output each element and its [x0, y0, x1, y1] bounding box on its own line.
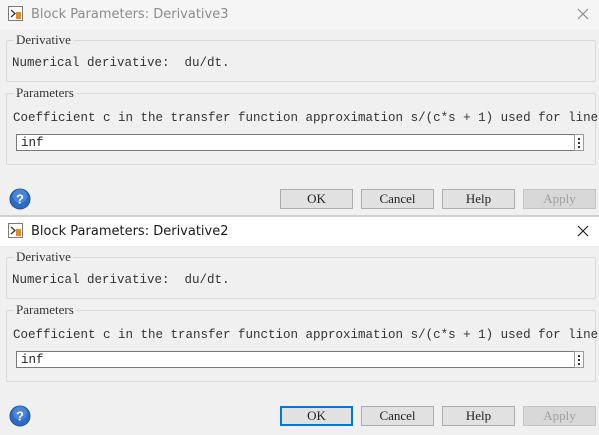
- parameters-group: Parameters Coefficient c in the transfer…: [6, 85, 599, 165]
- simulink-block-icon: [8, 223, 23, 238]
- apply-button[interactable]: Apply: [523, 189, 596, 209]
- simulink-block-icon: [8, 6, 23, 21]
- svg-text:?: ?: [16, 409, 24, 424]
- description-text: Numerical derivative: du/dt.: [12, 56, 230, 70]
- cancel-button[interactable]: Cancel: [361, 406, 434, 426]
- kebab-menu-icon[interactable]: [574, 351, 584, 368]
- title-bar[interactable]: Block Parameters: Derivative3: [0, 0, 599, 29]
- window-title: Block Parameters: Derivative3: [31, 7, 229, 22]
- close-icon[interactable]: [575, 223, 591, 239]
- help-button[interactable]: Help: [442, 406, 515, 426]
- block-parameters-dialog-derivative2: Block Parameters: Derivative2 Derivative…: [0, 217, 599, 435]
- ok-button[interactable]: OK: [280, 406, 353, 426]
- description-group: Derivative Numerical derivative: du/dt.: [6, 249, 596, 299]
- help-icon[interactable]: ?: [9, 188, 31, 210]
- description-group: Derivative Numerical derivative: du/dt.: [6, 32, 596, 82]
- ok-button[interactable]: OK: [280, 189, 353, 209]
- window-title: Block Parameters: Derivative2: [31, 224, 229, 239]
- help-button[interactable]: Help: [442, 189, 515, 209]
- svg-text:?: ?: [16, 192, 24, 207]
- coefficient-label: Coefficient c in the transfer function a…: [13, 111, 599, 125]
- group-legend-derivative: Derivative: [14, 249, 73, 265]
- group-legend-parameters: Parameters: [14, 85, 76, 101]
- block-parameters-dialog-derivative3: Block Parameters: Derivative3 Derivative…: [0, 0, 599, 216]
- parameters-group: Parameters Coefficient c in the transfer…: [6, 302, 599, 382]
- kebab-menu-icon[interactable]: [574, 134, 584, 151]
- coefficient-input[interactable]: inf: [16, 351, 577, 368]
- group-legend-parameters: Parameters: [14, 302, 76, 318]
- title-bar[interactable]: Block Parameters: Derivative2: [0, 217, 599, 246]
- help-icon[interactable]: ?: [9, 405, 31, 427]
- apply-button[interactable]: Apply: [523, 406, 596, 426]
- coefficient-input[interactable]: inf: [16, 134, 577, 151]
- cancel-button[interactable]: Cancel: [361, 189, 434, 209]
- close-icon[interactable]: [575, 6, 591, 22]
- group-legend-derivative: Derivative: [14, 32, 73, 48]
- coefficient-label: Coefficient c in the transfer function a…: [13, 328, 599, 342]
- description-text: Numerical derivative: du/dt.: [12, 273, 230, 287]
